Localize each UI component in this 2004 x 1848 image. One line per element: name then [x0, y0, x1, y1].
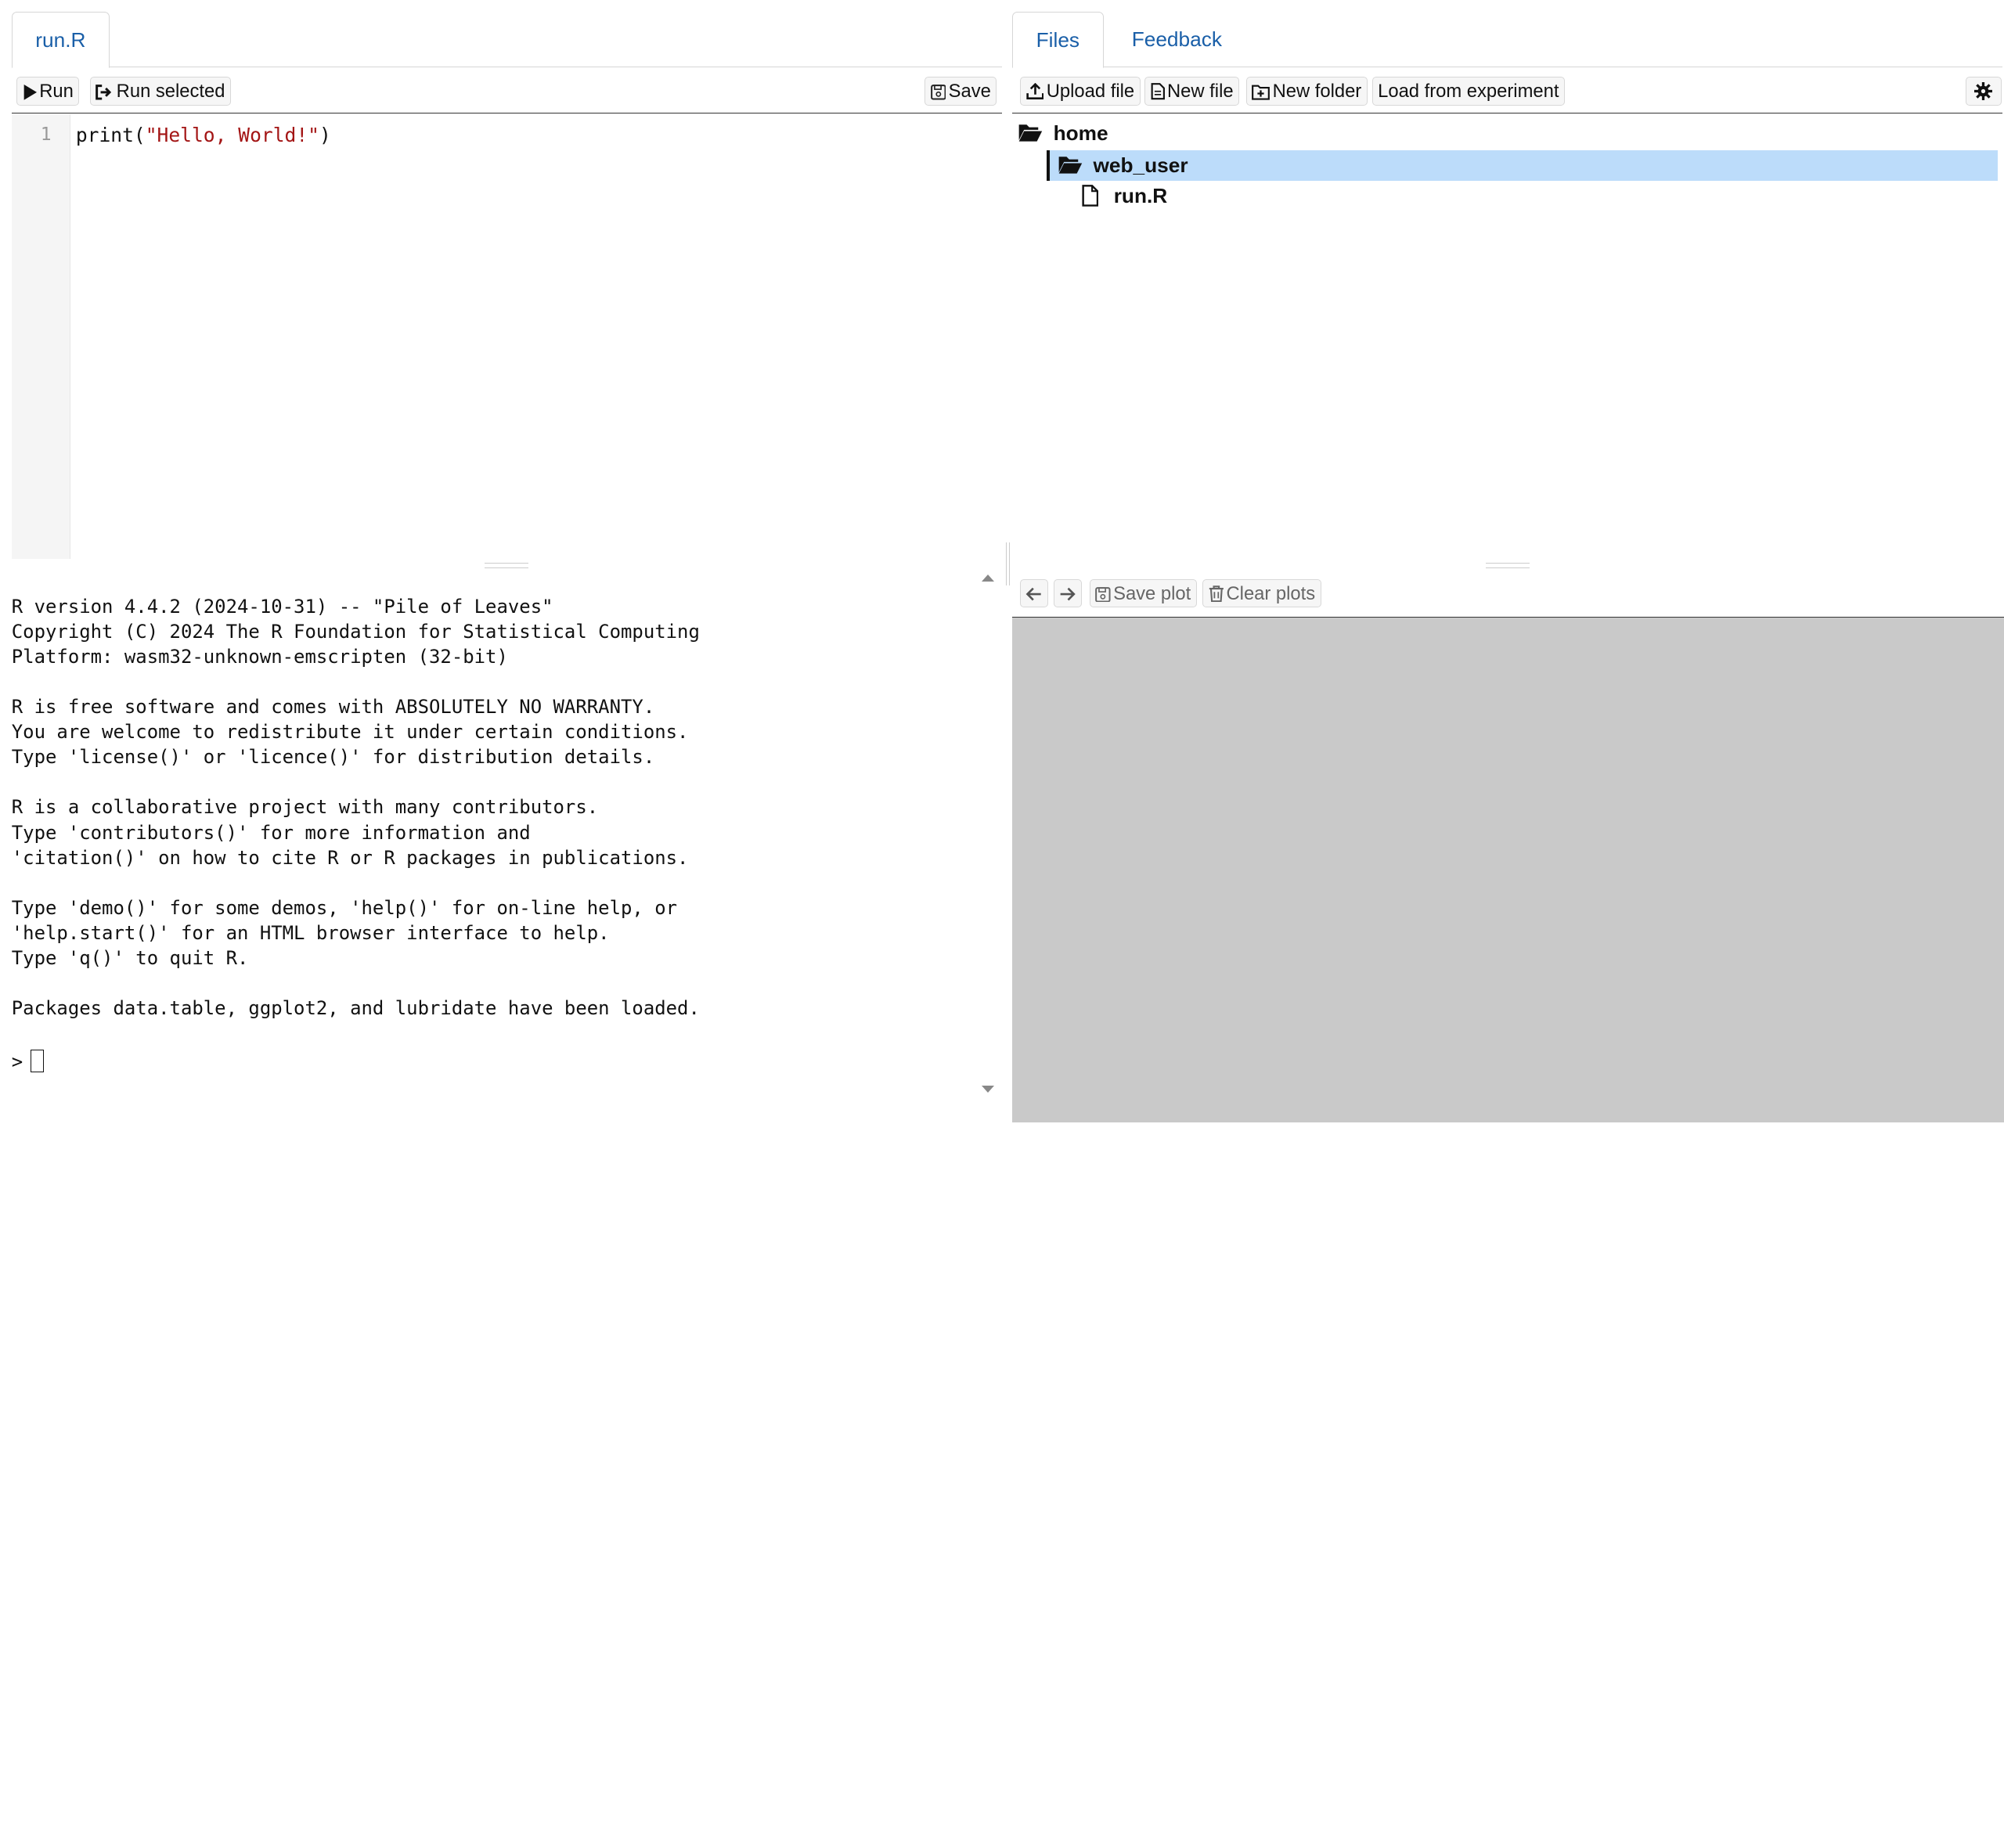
save-plot-label: Save plot [1113, 583, 1191, 605]
trash-icon [1209, 585, 1224, 603]
files-tabbar: Files Feedback [1012, 0, 2003, 68]
files-toolbar: Upload file New file New folder Load fro… [1012, 68, 2003, 114]
new-file-button[interactable]: New file [1144, 77, 1240, 106]
code-line[interactable]: print("Hello, World!") [76, 124, 331, 146]
console-line: Type 'contributors()' for more informati… [11, 821, 531, 844]
floppy-disk-icon [1095, 586, 1111, 603]
main-vertical-splitter[interactable] [1001, 0, 1013, 1127]
console-line: 'help.start()' for an HTML browser inter… [11, 921, 610, 944]
load-from-experiment-button[interactable]: Load from experiment [1371, 77, 1566, 106]
folder-open-icon [1018, 124, 1042, 142]
console-output[interactable]: R version 4.4.2 (2024-10-31) -- "Pile of… [12, 569, 1002, 1108]
console-line: Platform: wasm32-unknown-emscripten (32-… [11, 645, 508, 668]
file-icon [1151, 83, 1165, 100]
console-line: You are welcome to redistribute it under… [11, 721, 689, 744]
tree-item-run-r[interactable]: run.R [1082, 181, 1168, 211]
load-from-experiment-label: Load from experiment [1378, 81, 1559, 103]
tree-item-label: home [1053, 121, 1108, 145]
plot-toolbar: Save plot Clear plots [1012, 571, 2002, 617]
console-line: Type 'license()' or 'licence()' for dist… [11, 746, 655, 769]
tab-files[interactable]: Files [1012, 11, 1104, 68]
upload-icon [1025, 83, 1044, 100]
scroll-up-arrow-icon[interactable] [981, 573, 994, 582]
line-number: 1 [40, 124, 52, 146]
next-plot-button[interactable] [1053, 579, 1082, 608]
gear-icon [1974, 81, 1993, 100]
code-string: "Hello, World!" [145, 123, 319, 146]
console-line: Copyright (C) 2024 The R Foundation for … [11, 620, 700, 643]
console-line: Type 'demo()' for some demos, 'help()' f… [11, 896, 678, 919]
code-function: print( [75, 123, 146, 146]
console-line: Type 'q()' to quit R. [11, 946, 249, 969]
clear-plots-button[interactable]: Clear plots [1202, 579, 1321, 608]
file-icon [1082, 185, 1098, 207]
text-cursor [31, 1049, 44, 1073]
arrow-right-icon [1060, 587, 1076, 601]
console-line: R version 4.4.2 (2024-10-31) -- "Pile of… [11, 595, 553, 618]
code-close: ) [319, 123, 331, 146]
sign-in-icon [96, 85, 112, 100]
clear-plots-label: Clear plots [1226, 583, 1316, 605]
run-label: Run [39, 81, 74, 103]
floppy-disk-icon [930, 85, 946, 100]
prompt-symbol: > [11, 1050, 23, 1072]
save-label: Save [948, 81, 991, 103]
save-button[interactable]: Save [925, 77, 997, 106]
scroll-down-arrow-icon[interactable] [981, 1085, 994, 1093]
console-line: 'citation()' on how to cite R or R packa… [11, 846, 689, 869]
console-line: R is free software and comes with ABSOLU… [11, 696, 655, 719]
tree-guide-line [1047, 149, 1050, 182]
folder-open-icon [1058, 157, 1082, 174]
files-panel: Files Feedback Upload file New file New … [1012, 0, 2003, 561]
run-selected-label: Run selected [116, 81, 225, 103]
run-selected-button[interactable]: Run selected [89, 77, 232, 106]
upload-file-label: Upload file [1046, 81, 1135, 103]
previous-plot-button[interactable] [1019, 579, 1049, 608]
new-file-label: New file [1167, 81, 1234, 103]
plot-canvas [1012, 616, 2004, 1122]
settings-button[interactable] [1965, 77, 2002, 106]
new-folder-label: New folder [1272, 81, 1362, 103]
save-plot-button[interactable]: Save plot [1089, 579, 1197, 608]
app-root: run.R Run Run selected Save 1 print("Hel… [0, 0, 2004, 1127]
splitter-grip [485, 562, 529, 568]
line-gutter: 1 [11, 114, 70, 559]
editor-tabbar: run.R [11, 0, 1002, 68]
arrow-left-icon [1025, 587, 1042, 601]
new-folder-button[interactable]: New folder [1245, 77, 1368, 106]
console-line: R is a collaborative project with many c… [11, 796, 599, 819]
tree-item-label: web_user [1093, 153, 1188, 177]
upload-file-button[interactable]: Upload file [1019, 77, 1141, 106]
splitter-grip [1485, 562, 1530, 568]
tree-item-label: run.R [1113, 184, 1168, 208]
tree-item-home[interactable]: home [1018, 118, 1108, 149]
editor-panel: run.R Run Run selected Save 1 print("Hel… [11, 0, 1002, 561]
editor-toolbar: Run Run selected Save [11, 68, 1002, 114]
run-button[interactable]: Run [16, 77, 80, 106]
console-line: Packages data.table, ggplot2, and lubrid… [11, 997, 700, 1020]
splitter-grip [1005, 542, 1011, 586]
console-prompt[interactable]: > [11, 1049, 44, 1074]
tree-item-web-user[interactable]: web_user [1047, 149, 1998, 182]
files-plot-splitter[interactable] [1012, 559, 2002, 571]
play-icon [23, 85, 37, 100]
code-editor[interactable]: 1 print("Hello, World!") [11, 114, 1002, 559]
tab-feedback[interactable]: Feedback [1108, 12, 1245, 67]
folder-plus-icon [1252, 85, 1271, 100]
tab-run-r[interactable]: run.R [11, 11, 110, 68]
